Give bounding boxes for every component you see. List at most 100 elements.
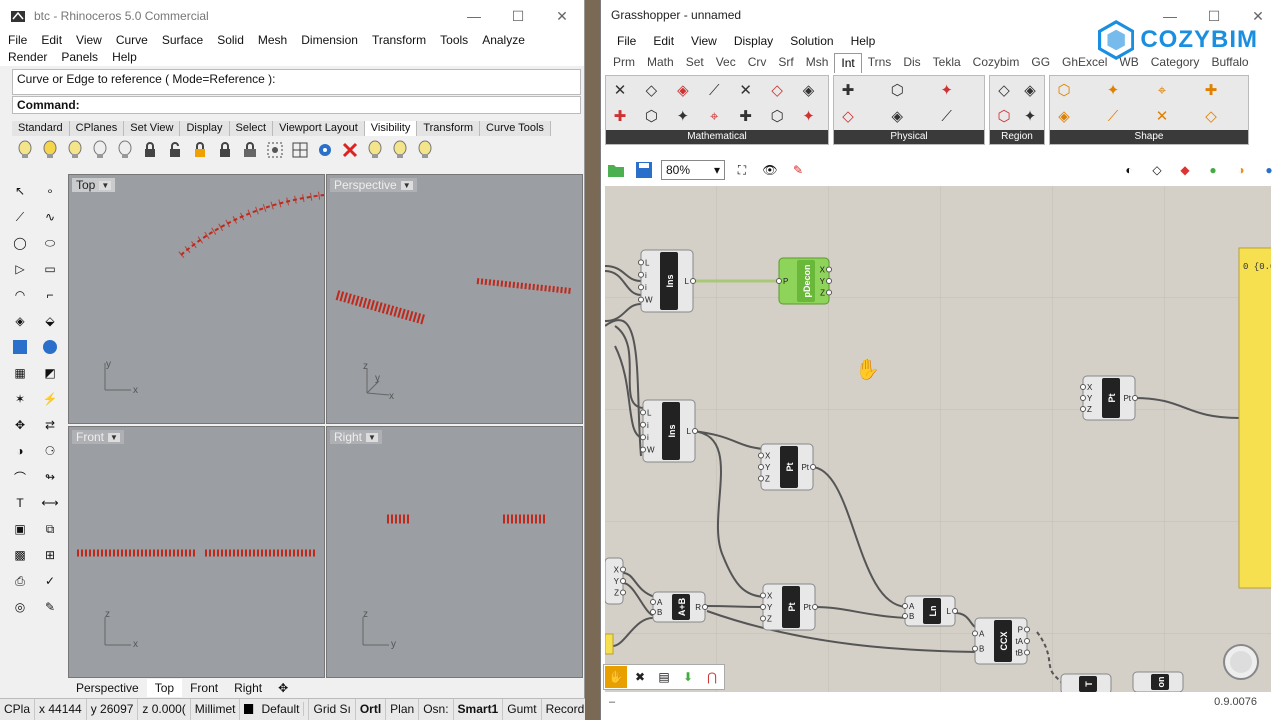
input-port[interactable] bbox=[638, 296, 644, 303]
analyze-icon[interactable]: ⊞ bbox=[38, 544, 62, 566]
input-port[interactable] bbox=[758, 452, 764, 459]
gh-component-apb[interactable]: A+B AB R bbox=[650, 591, 708, 623]
open-file-icon[interactable] bbox=[605, 159, 627, 181]
gh-component-bot2[interactable]: on bbox=[1132, 671, 1184, 692]
chevron-down-icon[interactable]: ▼ bbox=[108, 432, 120, 442]
explode-icon[interactable]: ✶ bbox=[8, 388, 32, 410]
gh-tab-buffalo[interactable]: Buffalo bbox=[1205, 53, 1254, 73]
gh-tab-dis[interactable]: Dis bbox=[897, 53, 926, 73]
output-port[interactable] bbox=[952, 608, 958, 614]
gh-panel-stub[interactable] bbox=[605, 633, 614, 655]
menu-edit[interactable]: Edit bbox=[41, 32, 62, 49]
ellipse-icon[interactable]: ⬭ bbox=[38, 232, 62, 254]
mesh-icon[interactable]: ▦ bbox=[8, 362, 32, 384]
input-port[interactable] bbox=[1080, 395, 1086, 401]
minimize-icon[interactable]: — bbox=[452, 0, 496, 32]
lock-selected-icon[interactable] bbox=[189, 139, 211, 161]
menu-panels[interactable]: Panels bbox=[61, 49, 98, 66]
gh-menu-file[interactable]: File bbox=[617, 30, 636, 52]
layers-icon[interactable]: ▤ bbox=[653, 666, 675, 688]
gh-tab-math[interactable]: Math bbox=[641, 53, 680, 73]
pencil-icon[interactable]: ✎ bbox=[38, 596, 62, 618]
grid-points-icon[interactable] bbox=[289, 139, 311, 161]
menu-dimension[interactable]: Dimension bbox=[301, 32, 358, 49]
hide-points-x-icon[interactable] bbox=[339, 139, 361, 161]
input-port[interactable] bbox=[758, 475, 764, 482]
gh-tab-gg[interactable]: GG bbox=[1025, 53, 1056, 73]
polyline-icon[interactable]: ⟋ bbox=[8, 206, 32, 228]
select-arrow-icon[interactable]: ↖ bbox=[8, 180, 32, 202]
gh-component-pt3[interactable]: Pt XYZ Pt bbox=[760, 583, 818, 631]
viewport-right[interactable]: z y Right ▼ bbox=[326, 426, 583, 678]
gh-canvas[interactable]: Ins Li i W LpDecon P X Y Z Pt X Y Z Pt Ins Li i W L Pt X Y Z Pt… bbox=[605, 186, 1271, 692]
properties-icon[interactable]: ⎙ bbox=[8, 570, 32, 592]
mathematical-component-icon[interactable]: ✕ bbox=[609, 79, 631, 101]
gh-tab-trns[interactable]: Trns bbox=[862, 53, 898, 73]
extrude-icon[interactable]: ⬙ bbox=[38, 310, 62, 332]
status-gumball[interactable]: Gumt bbox=[503, 699, 542, 720]
mathematical-component-icon[interactable]: ✦ bbox=[672, 105, 694, 127]
mathematical-component-icon[interactable]: ⌖ bbox=[703, 105, 725, 127]
menu-mesh[interactable]: Mesh bbox=[258, 32, 287, 49]
shape-component-icon[interactable]: ⟋ bbox=[1102, 105, 1124, 127]
lock-icon[interactable] bbox=[139, 139, 161, 161]
input-port[interactable] bbox=[972, 630, 978, 637]
menu-surface[interactable]: Surface bbox=[162, 32, 203, 49]
physical-component-icon[interactable]: ◇ bbox=[837, 105, 859, 127]
tab-transform[interactable]: Transform bbox=[417, 121, 481, 136]
add-viewport-tab-icon[interactable]: ✥ bbox=[270, 679, 296, 697]
tab-cplanes[interactable]: CPlanes bbox=[69, 121, 125, 136]
mathematical-component-icon[interactable]: ⟋ bbox=[703, 79, 725, 101]
hide-swap-icon[interactable] bbox=[114, 139, 136, 161]
gh-component-ln[interactable]: Ln AB L bbox=[902, 595, 958, 627]
close-icon[interactable]: ✕ bbox=[540, 0, 584, 32]
surface-icon[interactable]: ◈ bbox=[8, 310, 32, 332]
mathematical-component-icon[interactable]: ✚ bbox=[735, 105, 757, 127]
gh-menu-view[interactable]: View bbox=[691, 30, 717, 52]
ribbon-label-shape[interactable]: Shape bbox=[1050, 130, 1248, 144]
tab-standard[interactable]: Standard bbox=[12, 121, 70, 136]
mathematical-component-icon[interactable]: ✕ bbox=[735, 79, 757, 101]
vptab-right[interactable]: Right bbox=[226, 679, 270, 697]
mesh-quality-icon[interactable]: ◑ bbox=[1230, 159, 1252, 181]
viewport-front[interactable]: z x Front ▼ bbox=[68, 426, 325, 678]
menu-solid[interactable]: Solid bbox=[217, 32, 244, 49]
gh-tab-wb[interactable]: WB bbox=[1113, 53, 1144, 73]
gh-menu-solution[interactable]: Solution bbox=[790, 30, 833, 52]
shape-component-icon[interactable]: ✚ bbox=[1200, 79, 1222, 101]
output-port[interactable] bbox=[702, 604, 708, 610]
gh-menu-edit[interactable]: Edit bbox=[653, 30, 674, 52]
region-component-icon[interactable]: ✦ bbox=[1019, 105, 1041, 127]
fillet-icon[interactable]: ⌐ bbox=[38, 284, 62, 306]
region-component-icon[interactable]: ◇ bbox=[993, 79, 1015, 101]
output-port[interactable] bbox=[620, 589, 626, 596]
boolean-icon[interactable]: ◑ bbox=[8, 440, 32, 462]
gh-menu-help[interactable]: Help bbox=[851, 30, 876, 52]
gh-menu-display[interactable]: Display bbox=[734, 30, 773, 52]
swap-hidden-icon[interactable] bbox=[89, 139, 111, 161]
tab-viewport-layout[interactable]: Viewport Layout bbox=[273, 121, 365, 136]
zoom-select[interactable]: 80% ▾ bbox=[661, 160, 725, 180]
status-record-history[interactable]: Record H bbox=[542, 699, 585, 720]
vptab-front[interactable]: Front bbox=[182, 679, 226, 697]
rectangle-icon[interactable]: ▭ bbox=[38, 258, 62, 280]
gh-component-pdecon[interactable]: pDecon P XYZ bbox=[776, 257, 832, 305]
gh-component-ins2[interactable]: InsLiiWL bbox=[640, 399, 698, 463]
input-port[interactable] bbox=[1080, 406, 1086, 412]
viewport-top[interactable]: y x Top ▼ bbox=[68, 174, 325, 424]
text-icon[interactable]: T bbox=[8, 492, 32, 514]
gh-component-xyz[interactable]: XYZ bbox=[605, 557, 626, 605]
show-points-icon[interactable] bbox=[264, 139, 286, 161]
mathematical-component-icon[interactable]: ◇ bbox=[766, 79, 788, 101]
input-port[interactable] bbox=[758, 464, 764, 470]
gh-tab-set[interactable]: Set bbox=[680, 53, 710, 73]
array-icon[interactable]: ▩ bbox=[8, 544, 32, 566]
light-on-icon[interactable] bbox=[364, 139, 386, 161]
ribbon-label-mathematical[interactable]: Mathematical bbox=[606, 130, 828, 144]
zoom-extents-icon[interactable]: ⛶ bbox=[731, 159, 753, 181]
menu-curve[interactable]: Curve bbox=[116, 32, 148, 49]
region-component-icon[interactable]: ◈ bbox=[1019, 79, 1041, 101]
input-port[interactable] bbox=[640, 421, 646, 428]
command-line[interactable]: Command: bbox=[12, 96, 581, 114]
gh-tab-ghexcel[interactable]: GhExcel bbox=[1056, 53, 1113, 73]
